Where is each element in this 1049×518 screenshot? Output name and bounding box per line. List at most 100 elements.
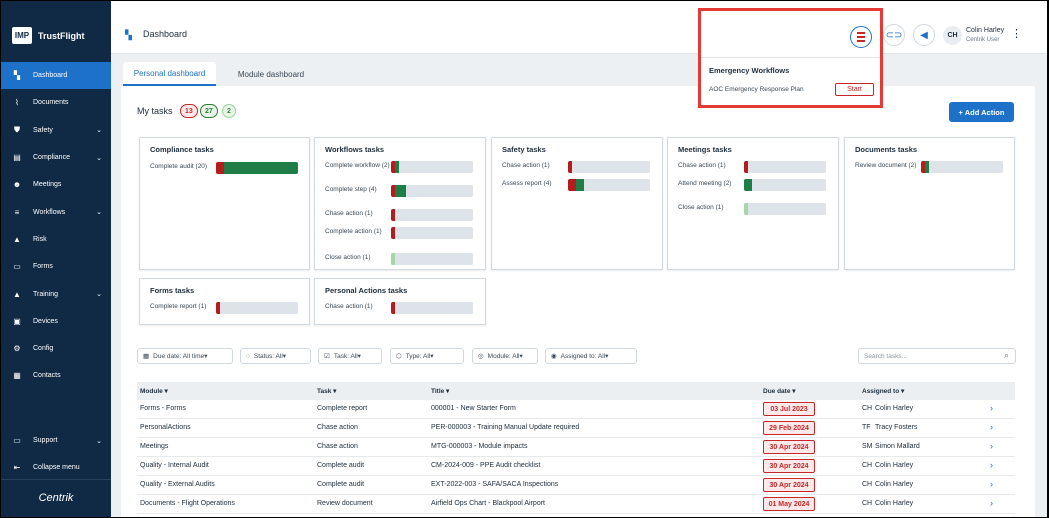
megaphone-icon[interactable]: ◀ [913, 24, 935, 46]
col-assigned-header[interactable]: Assigned to ▾ [862, 387, 904, 395]
task-progress-bar[interactable] [216, 162, 298, 174]
chevron-right-icon[interactable]: › [990, 479, 993, 489]
filter-module[interactable]: ◎ Module: All ▾ [472, 348, 538, 364]
sidebar-item-devices[interactable]: ▣ Devices [1, 308, 111, 335]
task-progress-bar[interactable] [921, 161, 1003, 173]
cell-assignee: Colin Harley [875, 405, 914, 412]
emergency-workflows-icon[interactable] [850, 26, 872, 48]
task-progress-bar[interactable] [216, 302, 298, 314]
sidebar-item-config[interactable]: ⚙ Config [1, 335, 111, 362]
filter-task[interactable]: ☑ Task: All ▾ [318, 348, 382, 364]
sidebar-item-risk[interactable]: ▲ Risk [1, 226, 111, 253]
progress-segment-green [744, 179, 753, 191]
table-row[interactable]: Quality - External Audits Complete audit E… [137, 476, 1015, 495]
task-row-label[interactable]: Assess report (4) [502, 180, 568, 188]
progress-segment-red [568, 161, 573, 173]
chevron-right-icon[interactable]: › [990, 441, 993, 451]
task-row-label[interactable]: Chase action (1) [325, 210, 391, 218]
chevron-right-icon[interactable]: › [990, 460, 993, 470]
graduation-cap-icon: ▲ [13, 289, 21, 299]
cell-module: Documents - Flight Operations [140, 500, 235, 507]
task-progress-bar[interactable] [391, 209, 473, 221]
sidebar-item-collapse-menu[interactable]: ⇤ Collapse menu [1, 454, 111, 481]
task-row-label[interactable]: Complete report (1) [150, 303, 216, 311]
task-row-label[interactable]: Close action (1) [678, 204, 744, 212]
sidebar-item-label: Config [33, 345, 54, 353]
more-options-icon[interactable]: ⋮ [1011, 27, 1022, 40]
sidebar-item-training[interactable]: ▲ Training ⌄ [1, 280, 111, 307]
task-card-meetings-tasks[interactable]: Meetings tasks Chase action (1) Attend mee… [667, 137, 839, 270]
avatar[interactable]: CH [943, 26, 962, 45]
task-progress-bar[interactable] [744, 179, 826, 191]
sidebar-item-compliance[interactable]: ▤ Compliance ⌄ [1, 144, 111, 171]
task-row-label[interactable]: Complete workflow (2) [325, 162, 391, 170]
link-icon[interactable]: ⊂⊃ [883, 24, 905, 46]
task-card-compliance-tasks[interactable]: Compliance tasks Complete audit (20) [139, 137, 310, 270]
chevron-right-icon[interactable]: › [990, 498, 993, 508]
task-progress-bar[interactable] [744, 161, 826, 173]
task-row-label[interactable]: Close action (1) [325, 254, 391, 262]
user-role: Centrik User [966, 37, 1000, 43]
app-logo[interactable]: IMP TrustFlight [12, 27, 85, 44]
task-progress-bar[interactable] [391, 185, 473, 197]
task-progress-bar[interactable] [391, 253, 473, 265]
task-card-workflows-tasks[interactable]: Workflows tasks Complete workflow (2) Comp… [314, 137, 486, 270]
filter-type[interactable]: ⬡ Type: All ▾ [390, 348, 464, 364]
task-progress-bar[interactable] [744, 203, 826, 215]
task-row-label[interactable]: Chase action (1) [325, 303, 391, 311]
sidebar-item-forms[interactable]: ▭ Forms [1, 253, 111, 280]
chevron-right-icon[interactable]: › [990, 422, 993, 432]
task-row-label[interactable]: Chase action (1) [502, 162, 568, 170]
start-button[interactable]: Start [835, 83, 874, 96]
sidebar-item-contacts[interactable]: ▦ Contacts [1, 362, 111, 389]
task-progress-bar[interactable] [391, 161, 473, 173]
filter-assigned-to[interactable]: ◉ Assigned to: All ▾ [545, 348, 637, 364]
table-row[interactable]: PersonalActions Chase action PER-000003 - … [137, 419, 1015, 438]
add-action-button[interactable]: + Add Action [949, 102, 1014, 122]
task-row-label[interactable]: Complete action (1) [325, 228, 391, 236]
overdue-count-badge[interactable]: 13 [180, 104, 198, 118]
table-row[interactable]: Documents - Flight Operations Review docu… [137, 495, 1015, 514]
task-progress-bar[interactable] [568, 179, 650, 191]
filter-due-date[interactable]: ▦ Due date: All time ▾ [137, 348, 233, 364]
chevron-down-icon: ▾ [204, 353, 208, 360]
search-input[interactable]: Search tasks... ⌕ [858, 348, 1016, 364]
chevron-down-icon: ▾ [430, 353, 434, 360]
task-row-label[interactable]: Attend meeting (2) [678, 180, 744, 188]
task-card-personal-actions-tasks[interactable]: Personal Actions tasks Chase action (1) [314, 278, 486, 325]
progress-segment-red [568, 179, 577, 191]
chevron-right-icon[interactable]: › [990, 403, 993, 413]
task-progress-bar[interactable] [391, 302, 473, 314]
task-progress-bar[interactable] [391, 227, 473, 239]
chevron-down-icon: ⌄ [96, 127, 102, 135]
progress-segment-red [744, 161, 749, 173]
task-card-forms-tasks[interactable]: Forms tasks Complete report (1) [139, 278, 310, 325]
table-row[interactable]: Forms - Forms Complete report 000001 - New… [137, 400, 1015, 419]
sidebar-item-dashboard[interactable]: ▚ Dashboard [1, 62, 111, 90]
due-count-badge[interactable]: 27 [200, 104, 218, 118]
task-row-label[interactable]: Complete step (4) [325, 186, 391, 194]
sidebar-item-documents[interactable]: ⌇ Documents [1, 89, 111, 116]
sidebar-divider [1, 479, 111, 480]
sidebar-item-meetings[interactable]: ☻ Meetings [1, 171, 111, 198]
task-row-label[interactable]: Chase action (1) [678, 162, 744, 170]
task-progress-bar[interactable] [568, 161, 650, 173]
task-row-label[interactable]: Review document (2) [855, 162, 921, 170]
sidebar-item-workflows[interactable]: ≡ Workflows ⌄ [1, 198, 111, 225]
sidebar-item-support[interactable]: ▭ Support ⌄ [1, 427, 111, 454]
task-row-label[interactable]: Complete audit (20) [150, 163, 216, 171]
task-card-documents-tasks[interactable]: Documents tasks Review document (2) [844, 137, 1015, 270]
col-title-header[interactable]: Title ▾ [431, 387, 449, 395]
upcoming-count-badge[interactable]: 2 [222, 104, 236, 118]
col-due-header[interactable]: Due date ▾ [763, 387, 796, 395]
filter-status[interactable]: ◌ Status: All ▾ [240, 348, 311, 364]
table-row[interactable]: Meetings Chase action MTG-000003 - Module … [137, 438, 1015, 457]
sidebar-item-safety[interactable]: ⛊ Safety ⌄ [1, 117, 111, 144]
centrik-logo: Centrik [38, 492, 74, 504]
tab-personal-dashboard[interactable]: Personal dashboard [123, 62, 216, 86]
col-task-header[interactable]: Task ▾ [317, 387, 336, 395]
table-row[interactable]: Quality - Internal Audit Complete audit CM… [137, 457, 1015, 476]
tab-module-dashboard[interactable]: Module dashboard [231, 62, 311, 86]
task-card-safety-tasks[interactable]: Safety tasks Chase action (1) Assess repor… [491, 137, 663, 270]
col-module-header[interactable]: Module ▾ [140, 387, 168, 395]
